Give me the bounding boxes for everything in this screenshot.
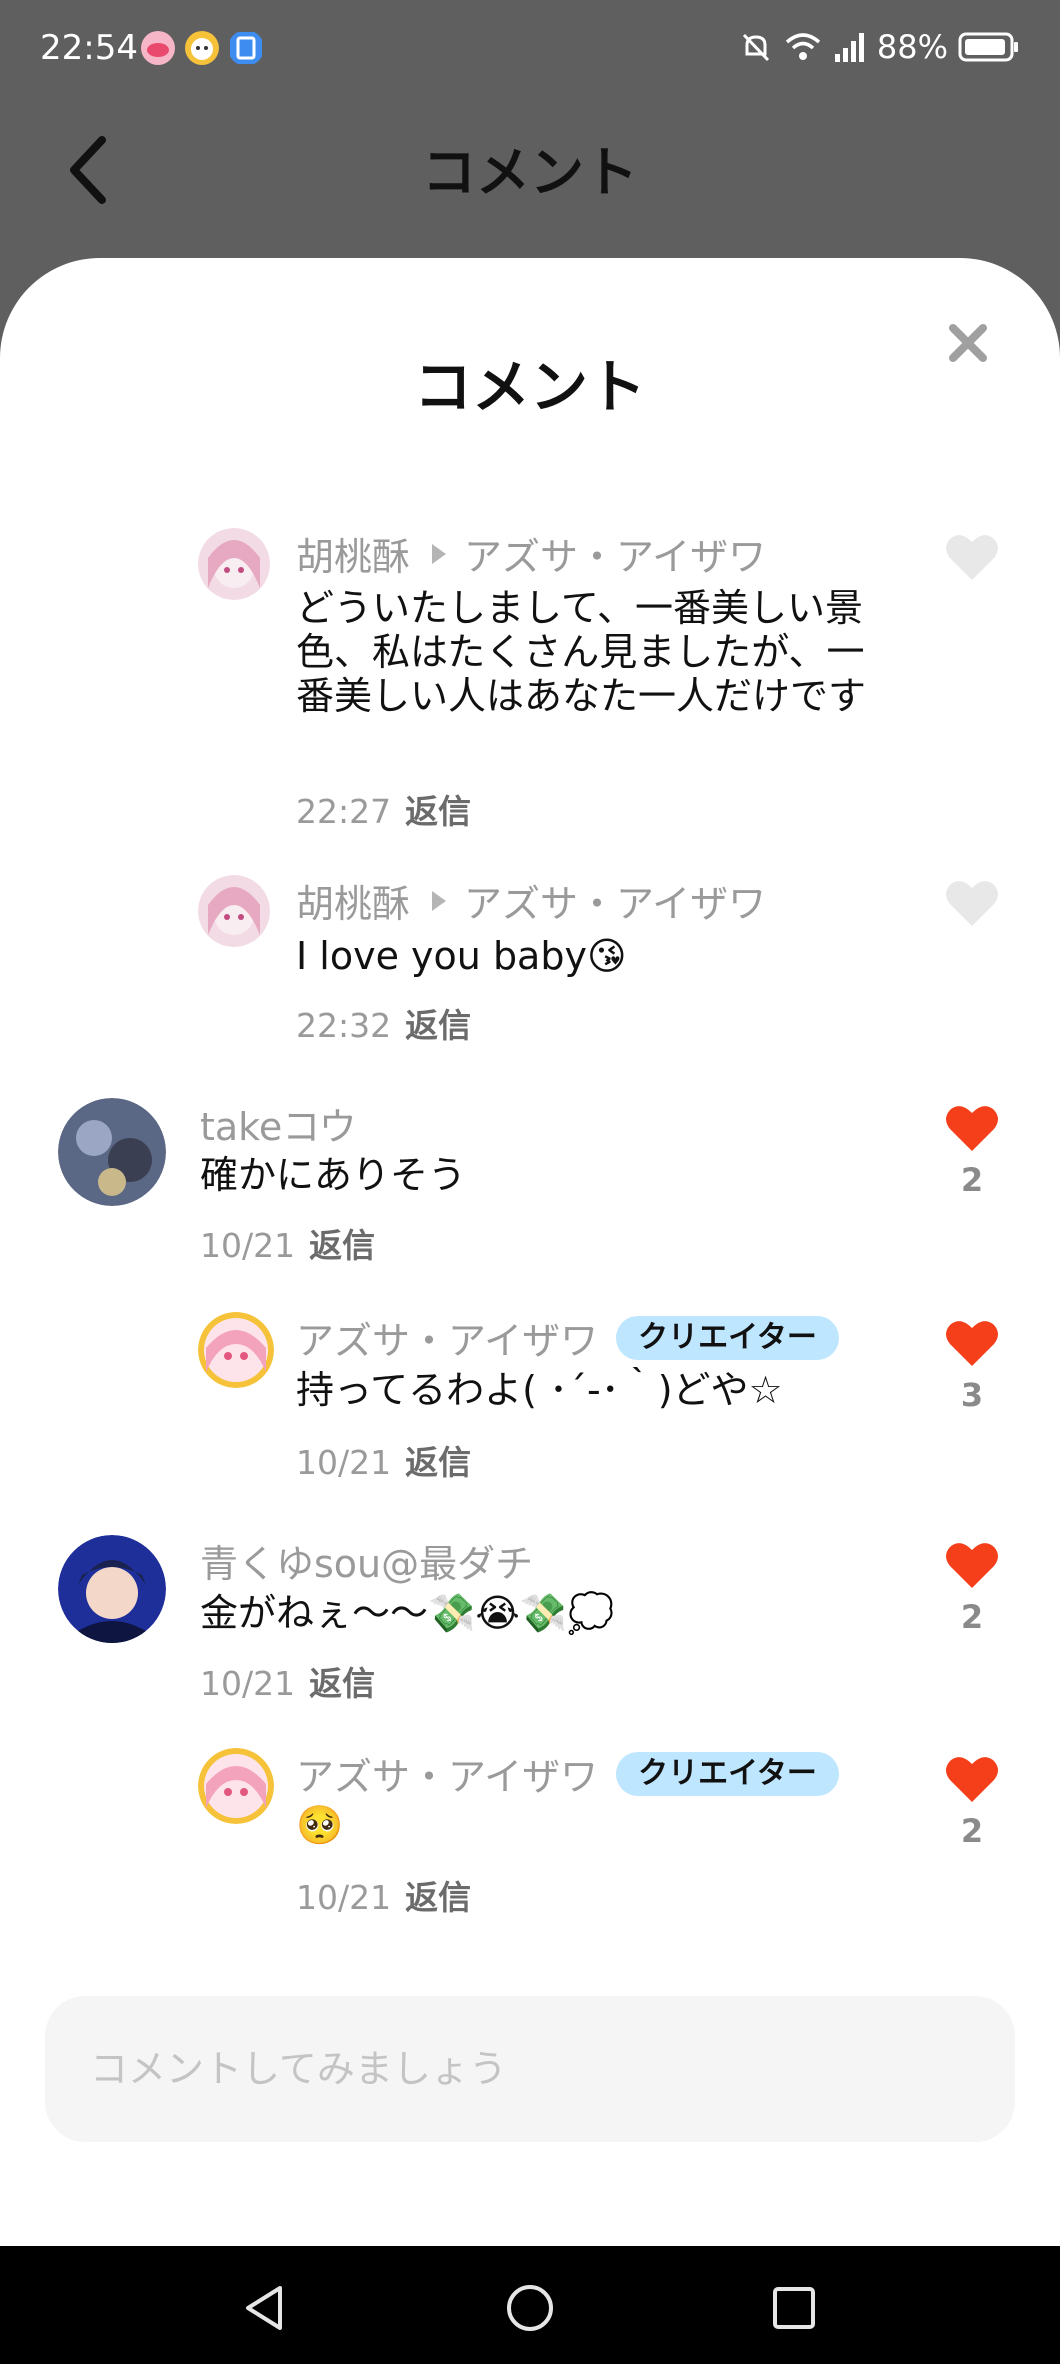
page-title: コメント xyxy=(422,141,638,204)
battery-percent: 88% xyxy=(876,28,948,66)
comment-author[interactable]: 胡桃酥 xyxy=(296,873,410,928)
comment-author[interactable]: アズサ・アイザワ xyxy=(296,1310,598,1365)
battery-icon xyxy=(958,32,1018,62)
nav-recents-icon[interactable] xyxy=(766,2280,822,2336)
like-button[interactable]: 2 xyxy=(942,1754,1002,1850)
comment-author[interactable]: takeコウ xyxy=(200,1096,357,1151)
comment-text: 金がねぇ〜〜💸😭💸💭 xyxy=(200,1591,615,1635)
reply-arrow-icon xyxy=(432,543,447,564)
reply-button[interactable]: 返信 xyxy=(309,1226,375,1265)
comment-time: 10/21 xyxy=(200,1226,296,1265)
comment-author-line: アズサ・アイザワ クリエイター xyxy=(296,1746,839,1801)
comment-meta: 22:32 返信 xyxy=(296,999,471,1047)
comment-author-line: takeコウ xyxy=(200,1096,357,1151)
like-count: 3 xyxy=(960,1376,984,1414)
comment-time: 10/21 xyxy=(296,1878,392,1917)
comment-author[interactable]: アズサ・アイザワ xyxy=(296,1746,598,1801)
avatar[interactable] xyxy=(198,1748,274,1824)
heart-icon xyxy=(946,1543,998,1588)
like-button[interactable] xyxy=(942,532,1002,586)
like-count: 2 xyxy=(960,1161,984,1199)
comment-meta: 10/21 返信 xyxy=(200,1219,375,1267)
comment-text: 確かにありそう xyxy=(200,1153,467,1197)
creator-badge: クリエイター xyxy=(616,1315,839,1360)
heart-icon xyxy=(946,881,998,926)
comment-author[interactable]: 胡桃酥 xyxy=(296,526,410,581)
avatar[interactable] xyxy=(58,1098,166,1206)
creator-badge: クリエイター xyxy=(616,1751,839,1796)
close-button[interactable] xyxy=(935,310,1001,376)
comment-text: I love you baby😘 xyxy=(296,934,627,978)
reply-button[interactable]: 返信 xyxy=(405,1878,471,1917)
heart-icon xyxy=(946,1106,998,1151)
status-bar: 22:54 88% xyxy=(0,0,1060,100)
comment-time: 10/21 xyxy=(296,1443,392,1482)
reply-to-name[interactable]: アズサ・アイザワ xyxy=(464,873,766,928)
nav-home-icon[interactable] xyxy=(502,2280,558,2336)
wifi-icon xyxy=(785,33,821,60)
avatar[interactable] xyxy=(198,1312,274,1388)
comment-meta: 22:27 返信 xyxy=(296,785,471,833)
status-indicators: 88% xyxy=(739,28,1020,66)
reply-button[interactable]: 返信 xyxy=(309,1664,375,1703)
comment-author-line: 胡桃酥 アズサ・アイザワ xyxy=(296,873,766,928)
like-button[interactable]: 2 xyxy=(942,1540,1002,1636)
comment-text: 持ってるわよ( ･´-･｀)どや☆ xyxy=(296,1368,783,1412)
top-bar: コメント xyxy=(0,100,1060,260)
comment-meta: 10/21 返信 xyxy=(296,1436,471,1484)
comment-meta: 10/21 返信 xyxy=(200,1657,375,1705)
heart-icon xyxy=(946,535,998,580)
comment-author-line: 胡桃酥 アズサ・アイザワ xyxy=(296,526,766,581)
comment-time: 22:27 xyxy=(296,792,392,831)
comment-input-container xyxy=(45,1996,1015,2142)
comment-text: どういたしまして、一番美しい景色、私はたくさん見ましたが、一番美しい人はあなた一… xyxy=(296,586,867,718)
reply-button[interactable]: 返信 xyxy=(405,792,471,831)
avatar[interactable] xyxy=(198,528,270,600)
comment-time: 10/21 xyxy=(200,1664,296,1703)
avatar[interactable] xyxy=(198,875,270,947)
comment-input[interactable] xyxy=(45,1996,1015,2142)
status-time: 22:54 xyxy=(40,28,138,68)
signal-icon xyxy=(834,33,864,62)
like-button[interactable] xyxy=(942,878,1002,932)
reply-button[interactable]: 返信 xyxy=(405,1443,471,1482)
app-notification-icon xyxy=(230,32,262,64)
like-count: 2 xyxy=(960,1598,984,1636)
comment-author-line: アズサ・アイザワ クリエイター xyxy=(296,1310,839,1365)
comments-sheet: コメント 胡桃酥 アズサ・アイザワ どういたしまして、一番美しい景色、私はたくさ… xyxy=(0,258,1060,2246)
reply-arrow-icon xyxy=(432,890,447,911)
sheet-title: コメント xyxy=(413,353,646,421)
comment-meta: 10/21 返信 xyxy=(296,1871,471,1919)
nav-back-icon[interactable] xyxy=(236,2280,292,2336)
like-count: 2 xyxy=(960,1812,984,1850)
heart-icon xyxy=(946,1757,998,1802)
comment-author-line: 青くゆsou@最ダチ xyxy=(200,1533,533,1588)
system-nav-bar xyxy=(0,2246,1060,2364)
app-notification-icon xyxy=(185,31,219,65)
mute-bell-icon xyxy=(742,33,769,62)
status-app-icons xyxy=(140,30,264,66)
like-button[interactable]: 2 xyxy=(942,1103,1002,1199)
comment-time: 22:32 xyxy=(296,1006,392,1045)
comment-author[interactable]: 青くゆsou@最ダチ xyxy=(200,1533,533,1588)
reply-to-name[interactable]: アズサ・アイザワ xyxy=(464,526,766,581)
like-button[interactable]: 3 xyxy=(942,1318,1002,1414)
reply-button[interactable]: 返信 xyxy=(405,1006,471,1045)
app-notification-icon xyxy=(141,31,175,65)
avatar[interactable] xyxy=(58,1535,166,1643)
heart-icon xyxy=(946,1321,998,1366)
comment-text: 🥺 xyxy=(296,1803,344,1847)
